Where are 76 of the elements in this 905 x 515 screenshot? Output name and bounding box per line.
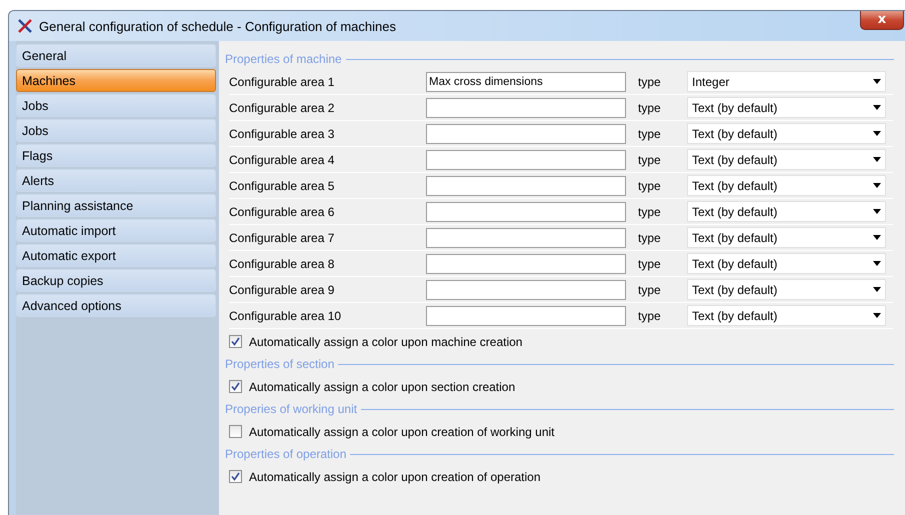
field-label: Configurable area 7 (229, 230, 336, 244)
field-label: Configurable area 4 (229, 152, 336, 166)
field-label: Configurable area 10 (229, 308, 342, 322)
field-label: Configurable area 6 (229, 204, 336, 218)
dropdown-caret-icon (873, 209, 881, 214)
sidebar-item[interactable]: Backup copies (16, 269, 216, 292)
dropdown-caret-icon (873, 131, 881, 136)
sidebar-item[interactable]: Jobs (16, 119, 216, 142)
sidebar-item[interactable]: Planning assistance (16, 194, 216, 217)
field-label: Configurable area 2 (229, 100, 336, 114)
sidebar-item[interactable]: General (16, 44, 216, 67)
checkbox-label: Automatically assign a color upon creation of working unit (249, 424, 554, 438)
type-label: type (638, 100, 662, 114)
type-dropdown[interactable]: Text (by default) (687, 279, 886, 300)
sidebar-item[interactable]: Advanced options (16, 294, 216, 317)
checkbox-label: Automatically assign a color upon creation of operation (249, 470, 541, 484)
type-dropdown[interactable]: Text (by default) (687, 201, 886, 222)
type-label: type (638, 74, 662, 88)
dropdown-caret-icon (873, 287, 881, 292)
field-label: Configurable area 8 (229, 256, 336, 270)
type-dropdown[interactable]: Text (by default) (687, 227, 886, 248)
type-dropdown[interactable]: Text (by default) (687, 305, 886, 326)
dropdown-caret-icon (873, 183, 881, 188)
type-dropdown[interactable]: Text (by default) (687, 175, 886, 196)
dropdown-caret-icon (873, 157, 881, 162)
input-field[interactable] (426, 254, 626, 274)
crossed-tools-icon (17, 18, 33, 34)
input-field[interactable] (426, 280, 626, 300)
type-label: type (638, 204, 662, 218)
dropdown-caret-icon (873, 261, 881, 266)
input-field[interactable] (426, 150, 626, 170)
field-label: Configurable area 5 (229, 178, 336, 192)
checkbox[interactable] (229, 380, 242, 393)
dropdown-caret-icon (873, 313, 881, 318)
input-field[interactable] (426, 228, 626, 248)
field-label: Configurable area 1 (229, 74, 336, 88)
section-title: Properies of working unit (225, 402, 358, 416)
type-label: type (638, 256, 662, 270)
checkbox[interactable] (229, 425, 242, 438)
dropdown-caret-icon (873, 79, 881, 84)
checkbox-label: Automatically assign a color upon section creation (249, 380, 516, 394)
sidebar-item[interactable]: Automatic export (16, 244, 216, 267)
dropdown-caret-icon (873, 105, 881, 110)
input-field[interactable] (426, 202, 626, 222)
type-label: type (638, 282, 662, 296)
type-dropdown[interactable]: Integer (687, 71, 886, 92)
input-field[interactable] (426, 176, 626, 196)
checkbox[interactable] (229, 470, 242, 483)
type-label: type (638, 126, 662, 140)
sidebar-item[interactable]: Automatic import (16, 219, 216, 242)
sidebar-item[interactable]: Machines (16, 69, 216, 92)
field-label: Configurable area 9 (229, 282, 336, 296)
type-dropdown[interactable]: Text (by default) (687, 97, 886, 118)
section-title: Properties of section (225, 357, 334, 371)
checkbox-label: Automatically assign a color upon machine creation (249, 334, 522, 348)
dropdown-caret-icon (873, 235, 881, 240)
close-button[interactable]: x (860, 11, 904, 30)
input-field[interactable] (426, 124, 626, 144)
section-title: Properties of operation (225, 447, 346, 461)
sidebar-item[interactable]: Flags (16, 144, 216, 167)
type-dropdown[interactable]: Text (by default) (687, 123, 886, 144)
type-dropdown[interactable]: Text (by default) (687, 253, 886, 274)
input-field[interactable]: Max cross dimensions (426, 72, 626, 92)
type-label: type (638, 178, 662, 192)
type-label: type (638, 152, 662, 166)
sidebar-item[interactable]: Jobs (16, 94, 216, 117)
type-dropdown[interactable]: Text (by default) (687, 149, 886, 170)
window-title: General configuration of schedule - Configuration of machines (39, 18, 396, 34)
sidebar-item[interactable]: Alerts (16, 169, 216, 192)
checkbox[interactable] (229, 335, 242, 348)
type-label: type (638, 230, 662, 244)
input-field[interactable] (426, 98, 626, 118)
section-title: Properties of machine (225, 52, 342, 66)
type-label: type (638, 308, 662, 322)
field-label: Configurable area 3 (229, 126, 336, 140)
input-field[interactable] (426, 306, 626, 326)
